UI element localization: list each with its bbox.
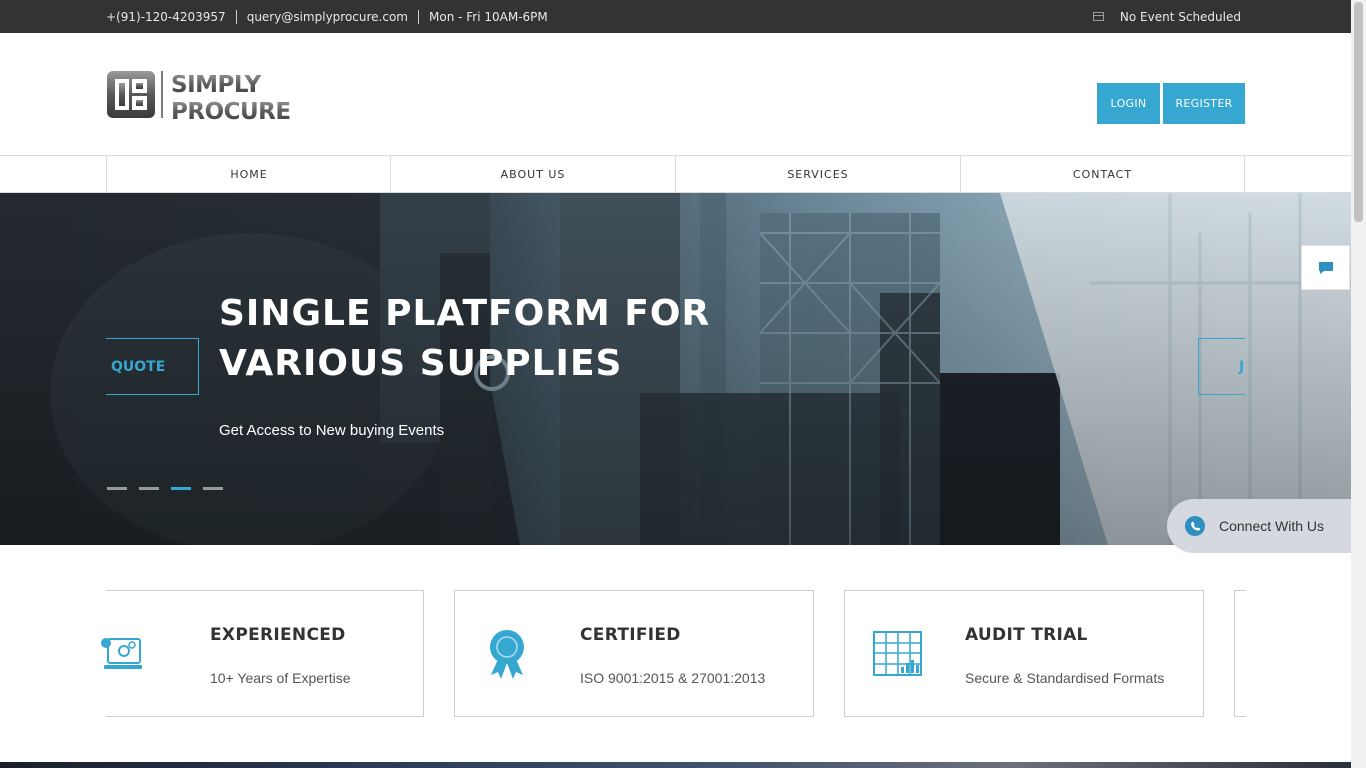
event-status-text: No Event Scheduled — [1119, 9, 1241, 24]
chat-widget-button[interactable] — [1301, 245, 1350, 290]
nav-home[interactable]: HOME — [106, 156, 391, 193]
divider — [418, 9, 419, 24]
site-logo[interactable]: SIMPLY PROCURE — [106, 69, 316, 125]
contact-info: +(91)-120-4203957 query@simplyprocure.co… — [106, 0, 548, 33]
feature-card-partial — [1234, 590, 1246, 717]
page-scrollbar[interactable] — [1351, 0, 1366, 768]
next-slide-button[interactable]: J — [1198, 338, 1245, 395]
award-ribbon-icon — [490, 630, 524, 679]
feature-title: EXPERIENCED — [210, 625, 346, 645]
site-header: SIMPLY PROCURE LOGIN REGISTER — [0, 33, 1351, 155]
slide-dot-4[interactable] — [203, 487, 223, 490]
office-hours: Mon - Fri 10AM-6PM — [429, 9, 548, 24]
monitor-gear-icon — [101, 638, 142, 669]
feature-card-experienced: EXPERIENCED 10+ Years of Expertise — [101, 590, 424, 717]
features-section: EXPERIENCED 10+ Years of Expertise CERTI… — [0, 545, 1351, 762]
simply-procure-logo: SIMPLY PROCURE — [107, 71, 291, 125]
hero-subtitle: Get Access to New buying Events — [219, 422, 445, 439]
logo-line2: PROCURE — [171, 99, 291, 121]
slider-pagination — [107, 487, 223, 490]
slide-dot-3[interactable] — [171, 487, 191, 490]
prev-slide-button[interactable]: QUOTE — [106, 338, 199, 395]
chat-bubble-icon — [1318, 261, 1333, 274]
connect-with-us-button[interactable]: Connect With Us — [1167, 499, 1351, 553]
slide-dot-1[interactable] — [107, 487, 127, 490]
feature-description: 10+ Years of Expertise — [210, 670, 351, 686]
slide-dot-2[interactable] — [139, 487, 159, 490]
phone-number[interactable]: +(91)-120-4203957 — [106, 10, 226, 24]
register-button[interactable]: REGISTER — [1163, 83, 1245, 124]
feature-title: AUDIT TRIAL — [965, 625, 1088, 645]
nav-about-us[interactable]: ABOUT US — [390, 156, 675, 193]
main-nav: HOME ABOUT US SERVICES CONTACT — [0, 155, 1351, 193]
feature-title: CERTIFIED — [580, 625, 681, 645]
feature-card-audit-trial: AUDIT TRIAL Secure & Standardised Format… — [844, 590, 1204, 717]
hero-slider: QUOTE J SINGLE PLATFORM FOR VARIOUS SUPP… — [0, 193, 1351, 545]
divider — [235, 9, 237, 24]
calendar-icon — [1092, 12, 1104, 21]
next-section-image — [0, 762, 1351, 768]
feature-description: ISO 9001:2015 & 27001:2013 — [580, 670, 766, 686]
login-button[interactable]: LOGIN — [1097, 83, 1160, 124]
scrollbar-thumb[interactable] — [1354, 2, 1363, 222]
email-address[interactable]: query@simplyprocure.com — [247, 10, 408, 24]
feature-card-certified: CERTIFIED ISO 9001:2015 & 27001:2013 — [454, 590, 814, 717]
spreadsheet-chart-icon — [873, 631, 922, 676]
connect-label: Connect With Us — [1219, 518, 1325, 534]
nav-contact[interactable]: CONTACT — [960, 156, 1245, 193]
event-status: No Event Scheduled — [1092, 0, 1241, 33]
top-bar: +(91)-120-4203957 query@simplyprocure.co… — [0, 0, 1351, 33]
whatsapp-icon — [1185, 516, 1205, 536]
feature-description: Secure & Standardised Formats — [965, 670, 1165, 686]
hero-title: SINGLE PLATFORM FOR VARIOUS SUPPLIES — [219, 293, 711, 384]
nav-services[interactable]: SERVICES — [675, 156, 960, 193]
logo-line1: SIMPLY — [171, 72, 261, 98]
